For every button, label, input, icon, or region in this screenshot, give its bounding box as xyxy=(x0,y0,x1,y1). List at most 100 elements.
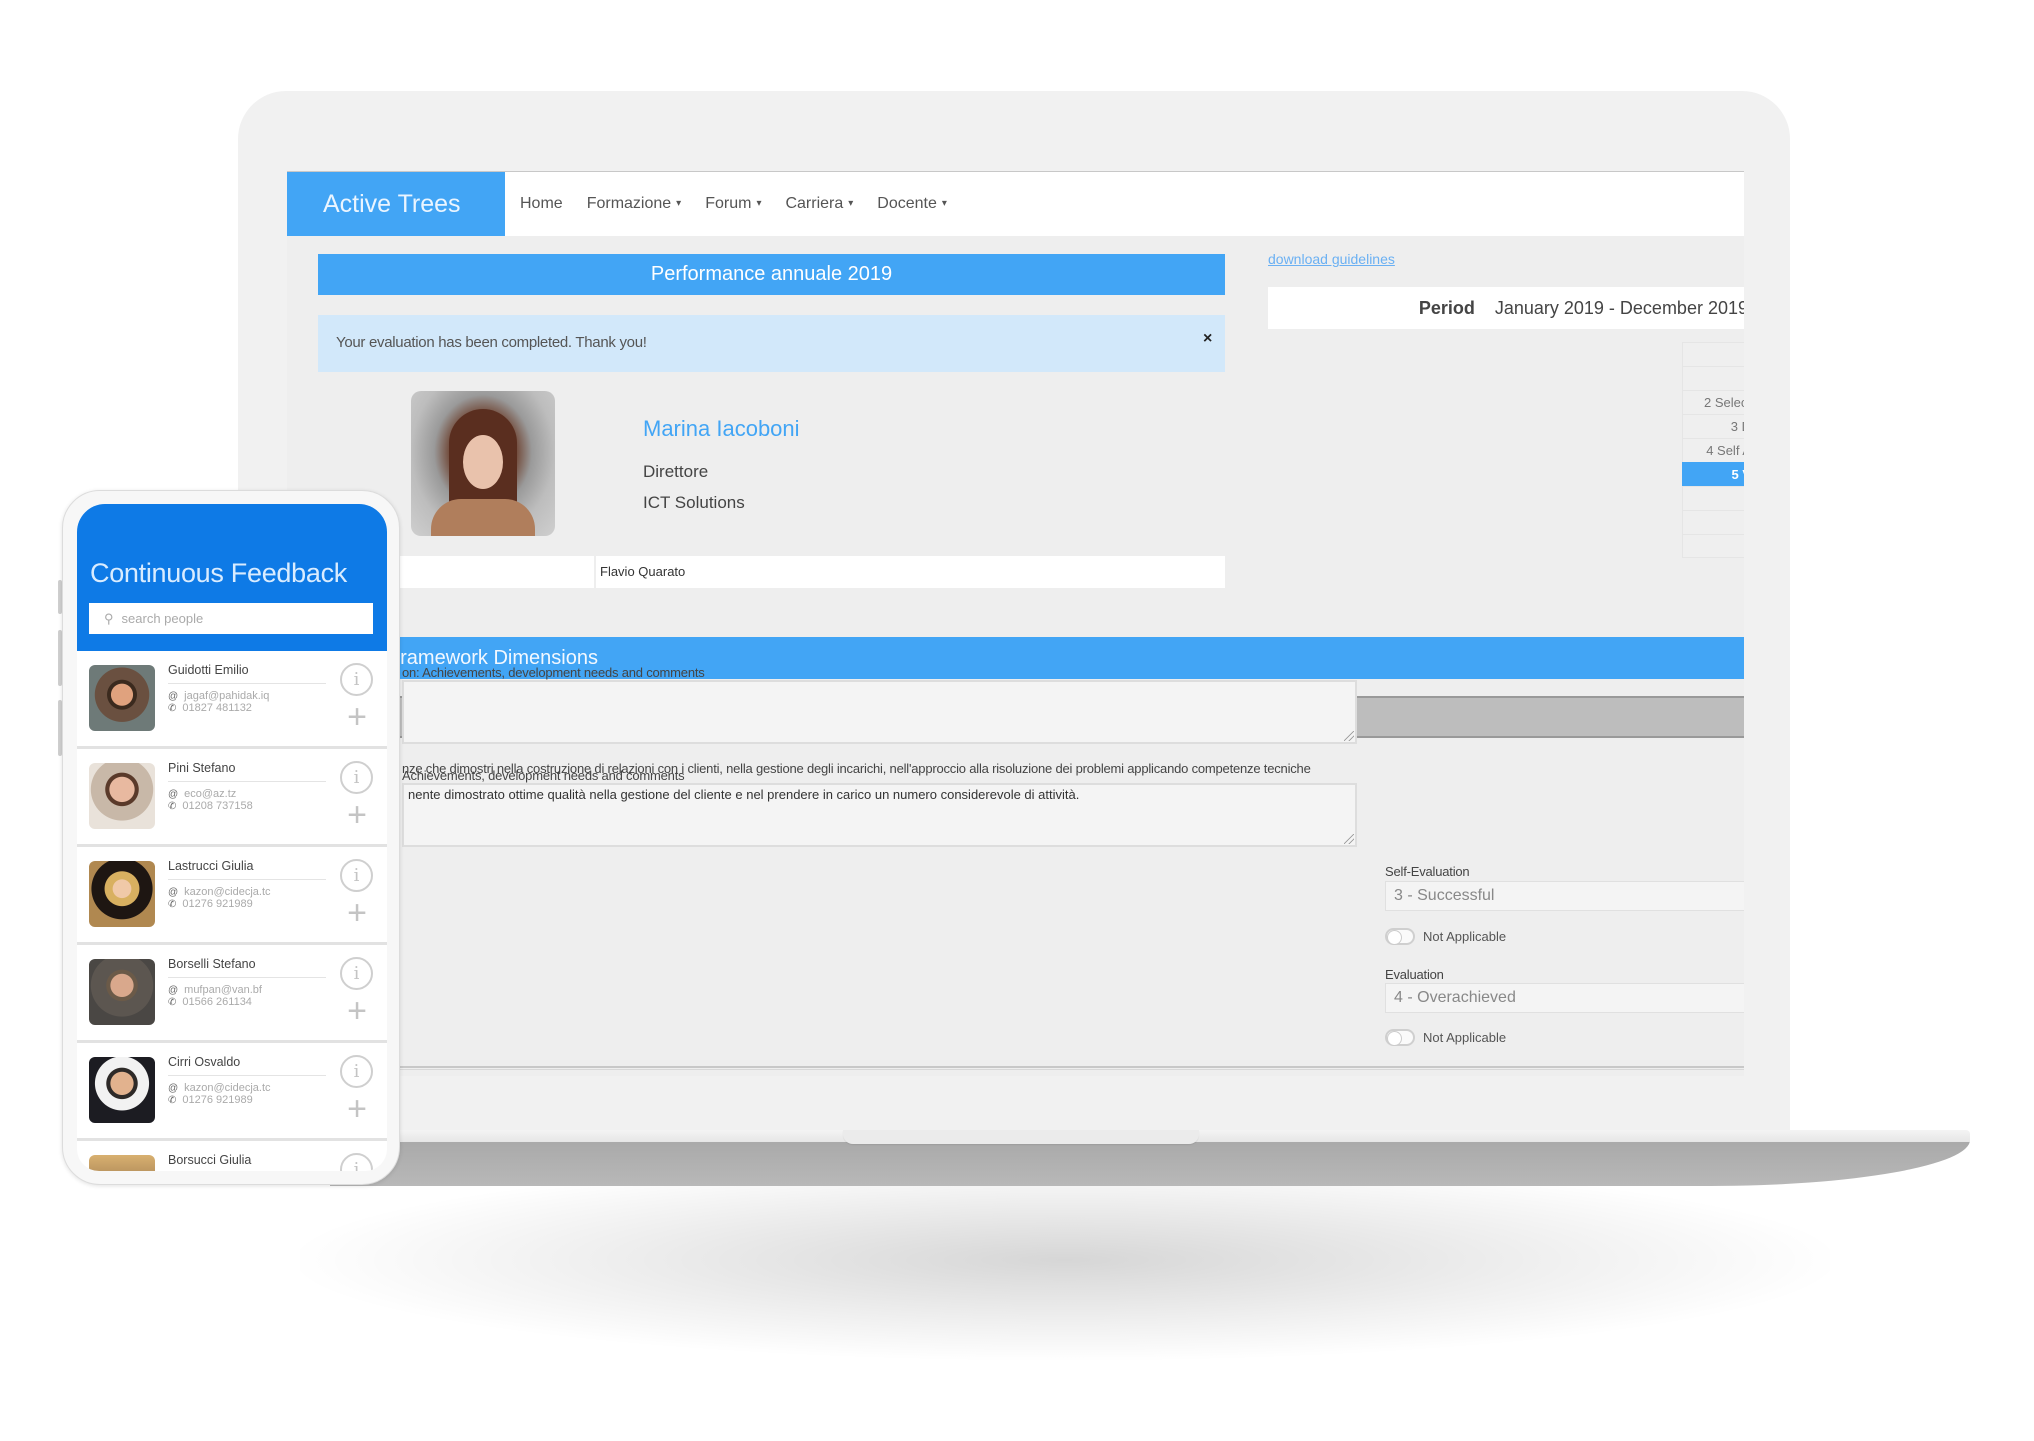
email-icon: @ xyxy=(168,691,179,702)
caret-down-icon: ▾ xyxy=(941,198,947,210)
avatar xyxy=(89,861,155,927)
avatar xyxy=(411,391,555,536)
search-people-input[interactable] xyxy=(121,611,342,626)
period-box: Period January 2019 - December 2019 xyxy=(1268,287,1744,329)
phone-screen: Continuous Feedback ⚲ Guidotti Emilio @j… xyxy=(77,504,387,1171)
self-comment-textarea[interactable] xyxy=(402,680,1357,744)
employee-department: ICT Solutions xyxy=(643,493,745,512)
person-email: @ kazon@cidecja.tc xyxy=(168,1082,271,1094)
info-icon[interactable]: i xyxy=(340,761,373,794)
eval-not-applicable-toggle[interactable]: Not Applicable xyxy=(1385,1029,1506,1046)
step-item[interactable] xyxy=(1682,486,1744,510)
person-phone: ✆ 01276 921989 xyxy=(168,898,253,910)
close-icon[interactable]: × xyxy=(1203,315,1212,363)
nav-item-formazione[interactable]: Formazione ▾ xyxy=(587,195,682,213)
phone-header: Continuous Feedback ⚲ xyxy=(77,504,387,651)
avatar xyxy=(89,1057,155,1123)
toggle-switch[interactable] xyxy=(1385,1029,1415,1046)
resize-handle-icon[interactable] xyxy=(1344,731,1354,741)
step-item-active[interactable]: 5 V xyxy=(1682,462,1744,486)
person-name: Pini Stefano xyxy=(168,761,236,775)
avatar xyxy=(89,763,155,829)
nav-item-label: Docente xyxy=(877,195,937,212)
caret-down-icon: ▾ xyxy=(756,198,762,210)
person-phone: ✆ 01208 737158 xyxy=(168,800,253,812)
search-box[interactable]: ⚲ xyxy=(89,603,373,634)
manager-row: Flavio Quarato xyxy=(318,556,1225,588)
evaluation-select[interactable]: 4 - Overachieved xyxy=(1385,983,1744,1013)
info-icon[interactable]: i xyxy=(340,957,373,990)
employee-role: Direttore xyxy=(643,462,709,481)
nav-item-docente[interactable]: Docente ▾ xyxy=(877,195,947,213)
add-icon[interactable]: + xyxy=(342,1092,372,1126)
list-item[interactable]: Cirri Osvaldo @ kazon@cidecja.tc ✆ 01276 9… xyxy=(77,1043,387,1141)
page-title-banner: Performance annuale 2019 xyxy=(318,254,1225,295)
info-icon[interactable]: i xyxy=(340,1153,373,1171)
person-name: Borsucci Giulia xyxy=(168,1153,252,1167)
person-name: Borselli Stefano xyxy=(168,957,256,971)
laptop-base-underside xyxy=(330,1140,1970,1186)
email-icon: @ xyxy=(168,1083,179,1094)
nav-item-label: Formazione xyxy=(586,195,672,212)
info-icon[interactable]: i xyxy=(340,1055,373,1088)
avatar xyxy=(89,1155,155,1171)
person-phone: ✆ 01827 481132 xyxy=(168,702,252,714)
manager-value: Flavio Quarato xyxy=(596,556,1225,588)
toggle-switch[interactable] xyxy=(1385,928,1415,945)
step-item[interactable] xyxy=(1682,534,1744,558)
add-icon[interactable]: + xyxy=(342,896,372,930)
list-item[interactable]: Borselli Stefano @ mufpan@van.bf ✆ 01566 2… xyxy=(77,945,387,1043)
self-evaluation-select[interactable]: 3 - Successful xyxy=(1385,881,1744,911)
email-icon: @ xyxy=(168,789,179,800)
brand-logo[interactable]: Active Trees xyxy=(287,172,505,236)
person-name: Lastrucci Giulia xyxy=(168,859,254,873)
caret-down-icon: ▾ xyxy=(676,198,682,210)
nav-item-home[interactable]: Home xyxy=(520,195,563,213)
person-email: @ jagaf@pahidak.iq xyxy=(168,690,270,702)
info-icon[interactable]: i xyxy=(340,663,373,696)
download-guidelines-link[interactable]: download guidelines xyxy=(1268,251,1395,267)
nav-item-carriera[interactable]: Carriera ▾ xyxy=(785,195,853,213)
manager-comment-label: Achievements, development needs and comm… xyxy=(402,768,685,783)
list-item[interactable]: Lastrucci Giulia @ kazon@cidecja.tc ✆ 0127… xyxy=(77,847,387,945)
laptop-shadow xyxy=(300,1160,1830,1360)
toggle-label: Not Applicable xyxy=(1423,929,1507,944)
add-icon[interactable]: + xyxy=(342,994,372,1028)
nav-item-forum[interactable]: Forum ▾ xyxy=(705,195,761,213)
step-item[interactable] xyxy=(1682,342,1744,366)
info-icon[interactable]: i xyxy=(340,859,373,892)
person-name: Guidotti Emilio xyxy=(168,663,249,677)
step-item[interactable] xyxy=(1682,510,1744,534)
person-email: @ eco@az.tz xyxy=(168,788,237,800)
add-icon[interactable]: + xyxy=(342,700,372,734)
employee-name: Marina Iacoboni xyxy=(643,416,800,441)
person-email: @ mufpan@van.bf xyxy=(168,984,262,996)
nav-item-label: Forum xyxy=(705,195,752,212)
section-divider xyxy=(287,1066,1744,1070)
navbar: Active Trees Home Formazione ▾ Forum ▾ Car… xyxy=(287,172,1744,236)
nav-menu: Home Formazione ▾ Forum ▾ Carriera ▾ Docent… xyxy=(520,172,947,236)
person-phone: ✆ 01276 921989 xyxy=(168,1094,253,1106)
step-item[interactable]: 2 Select xyxy=(1682,390,1744,414)
list-item[interactable]: Pini Stefano @ eco@az.tz ✆ 01208 737158 i … xyxy=(77,749,387,847)
email-icon: @ xyxy=(168,985,179,996)
add-icon[interactable]: + xyxy=(342,798,372,832)
self-not-applicable-toggle[interactable]: Not Applicable xyxy=(1385,928,1506,945)
step-item[interactable]: 4 Self A xyxy=(1682,438,1744,462)
step-item[interactable]: 3 D xyxy=(1682,414,1744,438)
email-icon: @ xyxy=(168,887,179,898)
manager-comment-textarea[interactable]: nente dimostrato ottime qualità nella ge… xyxy=(402,783,1357,847)
phone-device: Continuous Feedback ⚲ Guidotti Emilio @j… xyxy=(62,490,400,1185)
step-item[interactable] xyxy=(1682,366,1744,390)
self-evaluation-label: Self-Evaluation xyxy=(1385,864,1470,879)
success-alert: Your evaluation has been completed. Than… xyxy=(318,315,1225,372)
resize-handle-icon[interactable] xyxy=(1344,834,1354,844)
laptop-screen: Active Trees Home Formazione ▾ Forum ▾ Car… xyxy=(287,171,1744,1076)
list-item[interactable]: Borsucci Giulia i xyxy=(77,1141,387,1171)
search-icon: ⚲ xyxy=(104,610,114,626)
phone-app-title: Continuous Feedback xyxy=(90,558,347,588)
phone-icon: ✆ xyxy=(168,703,177,714)
person-name: Cirri Osvaldo xyxy=(168,1055,241,1069)
self-comment-label: on: Achievements, development needs and … xyxy=(402,665,705,680)
list-item[interactable]: Guidotti Emilio @ jagaf@pahidak.iq ✆ 01827… xyxy=(77,651,387,749)
